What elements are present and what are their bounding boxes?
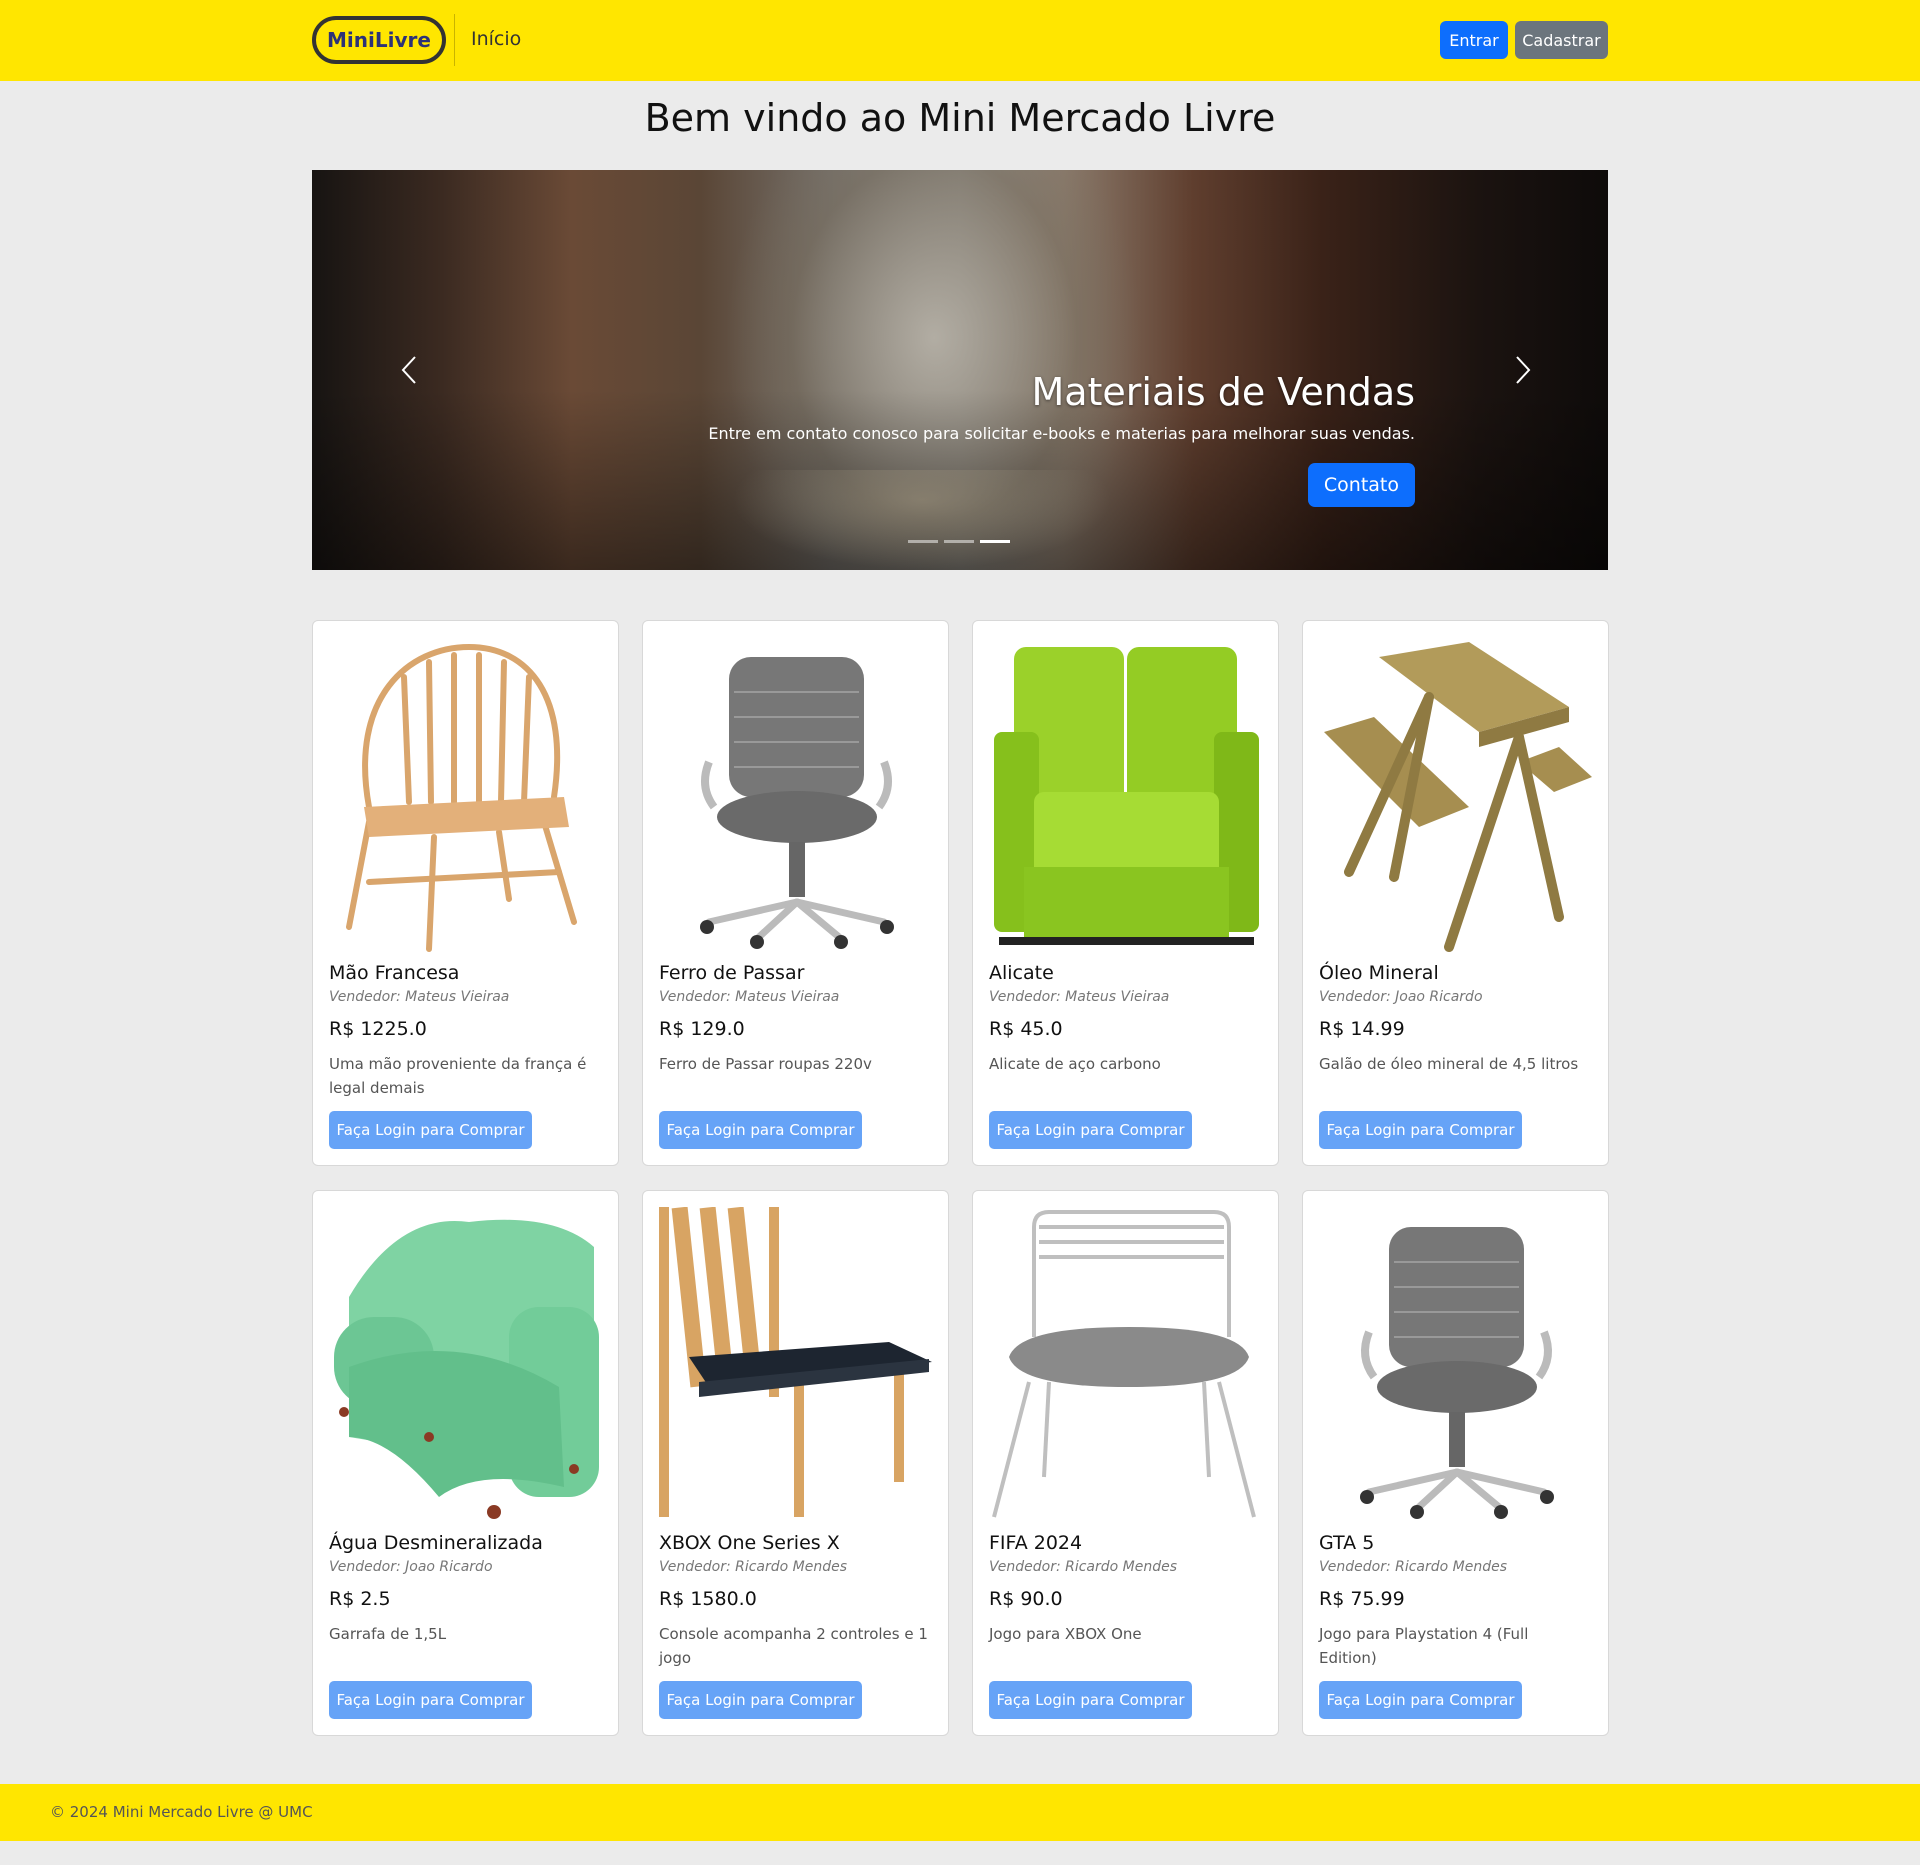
product-seller: Vendedor: Mateus Vieiraa: [659, 989, 840, 1005]
product-name[interactable]: Óleo Mineral: [1319, 962, 1439, 984]
carousel-caption-title: Materiais de Vendas: [1031, 370, 1415, 414]
product-image: [989, 1207, 1262, 1522]
product-description: Jogo para Playstation 4 (Full Edition): [1319, 1625, 1529, 1667]
product-image: [1319, 1207, 1592, 1522]
login-to-buy-button[interactable]: Faça Login para Comprar: [329, 1681, 532, 1719]
dining-chair-icon: [659, 1207, 932, 1517]
product-image: [1319, 637, 1592, 952]
product-description: Galão de óleo mineral de 4,5 litros: [1319, 1055, 1579, 1073]
product-card: Mão Francesa Vendedor: Mateus Vieiraa R$…: [312, 620, 619, 1166]
product-card: GTA 5 Vendedor: Ricardo Mendes R$ 75.99 …: [1302, 1190, 1609, 1736]
product-description: Ferro de Passar roupas 220v: [659, 1055, 872, 1073]
contact-button[interactable]: Contato: [1307, 463, 1415, 507]
product-image: [329, 637, 602, 952]
chevron-right-icon: [1516, 356, 1531, 384]
product-card: Alicate Vendedor: Mateus Vieiraa R$ 45.0…: [972, 620, 1279, 1166]
office-chair-icon: [1360, 1227, 1554, 1519]
product-name[interactable]: FIFA 2024: [989, 1532, 1082, 1554]
product-seller: Vendedor: Ricardo Mendes: [659, 1559, 848, 1575]
page-title: Bem vindo ao Mini Mercado Livre: [644, 96, 1276, 140]
carousel-prev-button[interactable]: [394, 355, 424, 385]
office-chair-icon: [700, 657, 894, 949]
product-description: Jogo para XBOX One: [989, 1625, 1142, 1643]
chevron-left-icon: [401, 356, 416, 384]
product-card: Ferro de Passar Vendedor: Mateus Vieiraa…: [642, 620, 949, 1166]
picnic-table-icon: [1324, 642, 1592, 952]
product-card: Óleo Mineral Vendedor: Joao Ricardo R$ 1…: [1302, 620, 1609, 1166]
product-name[interactable]: GTA 5: [1319, 1532, 1374, 1554]
product-seller: Vendedor: Ricardo Mendes: [989, 1559, 1178, 1575]
product-card: XBOX One Series X Vendedor: Ricardo Mend…: [642, 1190, 949, 1736]
product-image: [329, 1207, 602, 1522]
footer-copyright: © 2024 Mini Mercado Livre @ UMC: [50, 1803, 313, 1821]
product-name[interactable]: Água Desmineralizada: [329, 1532, 543, 1554]
brand-name: MiniLivre: [327, 28, 431, 52]
product-card: Água Desmineralizada Vendedor: Joao Rica…: [312, 1190, 619, 1736]
navbar: MiniLivre Início Entrar Cadastrar: [0, 0, 1920, 81]
login-to-buy-button[interactable]: Faça Login para Comprar: [989, 1681, 1192, 1719]
wire-chair-icon: [992, 1210, 1256, 1518]
product-price: R$ 90.0: [989, 1588, 1063, 1610]
carousel-indicator[interactable]: [944, 540, 974, 543]
carousel-indicator[interactable]: [908, 540, 938, 543]
product-seller: Vendedor: Joao Ricardo: [1319, 989, 1483, 1005]
product-image: [659, 637, 932, 952]
product-price: R$ 75.99: [1319, 1588, 1405, 1610]
mint-sofa-icon: [334, 1219, 599, 1519]
product-name[interactable]: XBOX One Series X: [659, 1532, 840, 1554]
login-to-buy-button[interactable]: Faça Login para Comprar: [659, 1111, 862, 1149]
product-price: R$ 2.5: [329, 1588, 391, 1610]
product-image: [989, 637, 1262, 952]
login-to-buy-button[interactable]: Faça Login para Comprar: [1319, 1111, 1522, 1149]
signup-button[interactable]: Cadastrar: [1515, 21, 1608, 59]
product-price: R$ 14.99: [1319, 1018, 1405, 1040]
green-sofa-icon: [994, 647, 1259, 945]
product-price: R$ 1225.0: [329, 1018, 427, 1040]
product-price: R$ 1580.0: [659, 1588, 757, 1610]
product-description: Console acompanha 2 controles e 1 jogo: [659, 1625, 928, 1667]
product-seller: Vendedor: Mateus Vieiraa: [329, 989, 510, 1005]
hero-carousel: Materiais de Vendas Entre em contato con…: [312, 170, 1608, 570]
nav-divider: [454, 14, 455, 66]
wooden-chair-icon: [346, 643, 577, 952]
carousel-caption-text: Entre em contato conosco para solicitar …: [708, 424, 1415, 443]
login-to-buy-button[interactable]: Faça Login para Comprar: [329, 1111, 532, 1149]
product-image: [659, 1207, 932, 1522]
product-description: Uma mão proveniente da frança é legal de…: [329, 1055, 587, 1097]
login-to-buy-button[interactable]: Faça Login para Comprar: [989, 1111, 1192, 1149]
product-seller: Vendedor: Mateus Vieiraa: [989, 989, 1170, 1005]
product-description: Alicate de aço carbono: [989, 1055, 1161, 1073]
product-price: R$ 45.0: [989, 1018, 1063, 1040]
brand-logo[interactable]: MiniLivre: [312, 16, 446, 64]
product-seller: Vendedor: Ricardo Mendes: [1319, 1559, 1508, 1575]
login-to-buy-button[interactable]: Faça Login para Comprar: [659, 1681, 862, 1719]
product-card: FIFA 2024 Vendedor: Ricardo Mendes R$ 90…: [972, 1190, 1279, 1736]
login-button[interactable]: Entrar: [1440, 21, 1508, 59]
product-name[interactable]: Alicate: [989, 962, 1054, 984]
login-to-buy-button[interactable]: Faça Login para Comprar: [1319, 1681, 1522, 1719]
product-seller: Vendedor: Joao Ricardo: [329, 1559, 493, 1575]
product-name[interactable]: Ferro de Passar: [659, 962, 804, 984]
carousel-indicator-active[interactable]: [980, 540, 1010, 543]
carousel-next-button[interactable]: [1508, 355, 1538, 385]
product-name[interactable]: Mão Francesa: [329, 962, 459, 984]
product-price: R$ 129.0: [659, 1018, 745, 1040]
product-description: Garrafa de 1,5L: [329, 1625, 447, 1643]
footer: © 2024 Mini Mercado Livre @ UMC: [0, 1784, 1920, 1841]
nav-home-link[interactable]: Início: [471, 28, 521, 50]
carousel-caption: Materiais de Vendas Entre em contato con…: [708, 370, 1415, 507]
carousel-indicators: [908, 540, 1010, 543]
